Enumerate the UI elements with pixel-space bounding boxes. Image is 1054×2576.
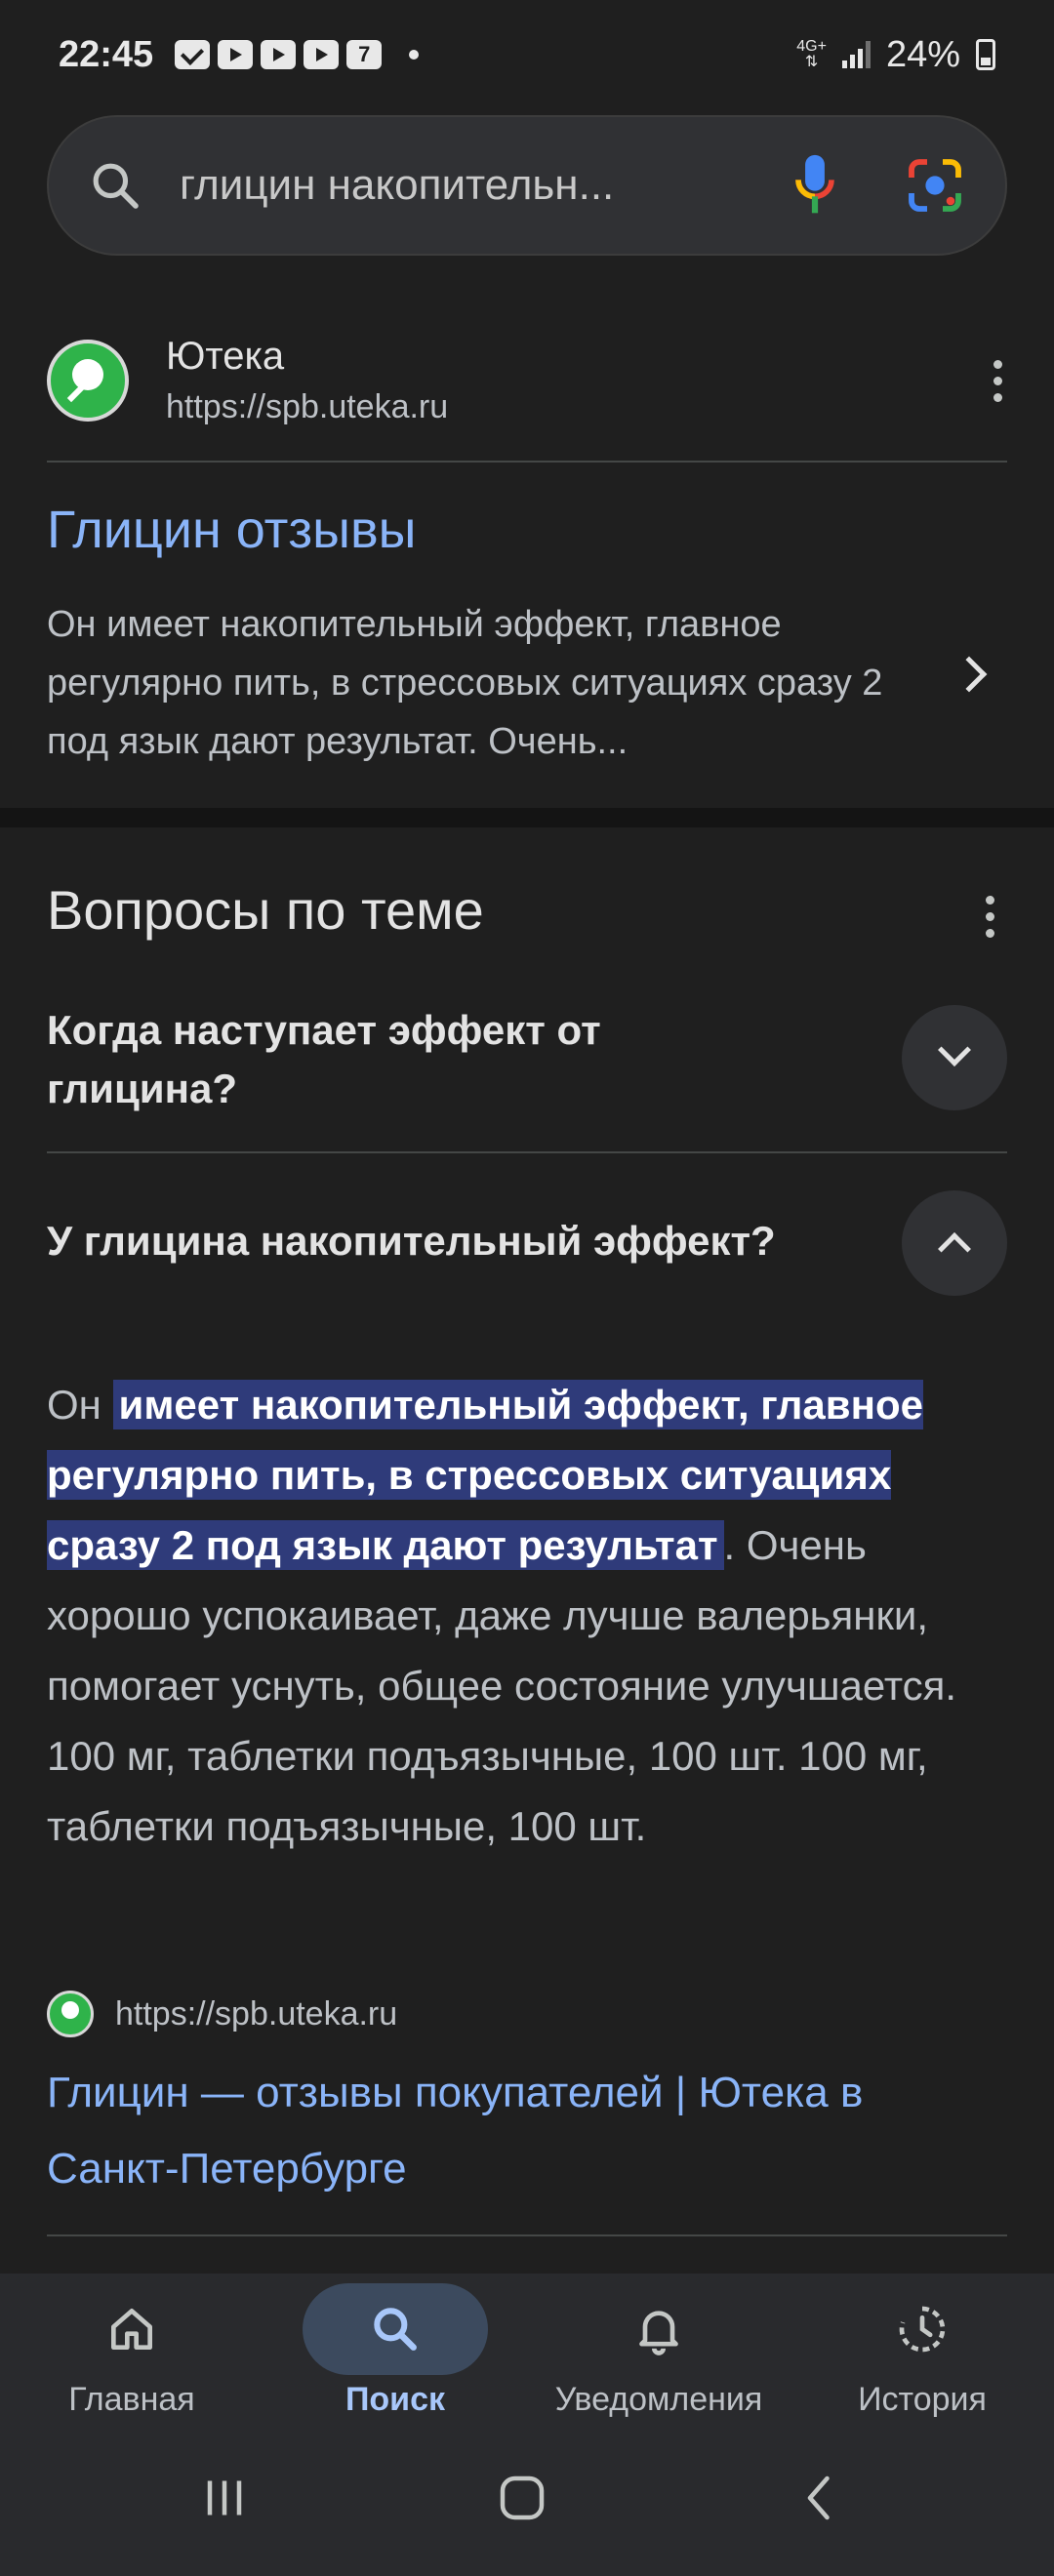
app-notification-icon: 7 bbox=[346, 40, 383, 69]
related-questions-heading: Вопросы по теме bbox=[47, 879, 484, 941]
home-button-icon[interactable] bbox=[493, 2469, 551, 2527]
youtube-notification-icon bbox=[218, 40, 254, 69]
nav-home-label: Главная bbox=[68, 2381, 195, 2418]
more-notifications-dot-icon bbox=[409, 50, 420, 60]
nav-search-label: Поиск bbox=[345, 2381, 446, 2418]
more-options-icon[interactable] bbox=[980, 896, 999, 938]
nav-notifications[interactable]: Уведомления bbox=[527, 2274, 790, 2430]
back-icon[interactable] bbox=[790, 2469, 849, 2527]
data-arrows-icon: ⇅ bbox=[804, 54, 819, 70]
notification-icons: 7 bbox=[175, 40, 383, 69]
nav-history[interactable]: История bbox=[790, 2274, 1054, 2430]
search-bar[interactable]: глицин накопительн... bbox=[47, 115, 1007, 256]
nav-search[interactable]: Поиск bbox=[264, 2274, 527, 2430]
check-notification-icon bbox=[175, 40, 211, 69]
uteka-favicon-icon bbox=[47, 1991, 94, 2037]
search-query[interactable]: глицин накопительн... bbox=[180, 161, 794, 210]
section-separator bbox=[0, 808, 1054, 827]
result-source-header[interactable]: Ютека https://spb.uteka.ru bbox=[47, 322, 1007, 439]
more-options-icon[interactable] bbox=[988, 359, 1007, 402]
history-icon bbox=[899, 2306, 946, 2353]
result-snippet: Он имеет накопительный эффект, главное р… bbox=[47, 604, 883, 762]
chevron-right-icon[interactable] bbox=[951, 656, 988, 693]
nav-notifications-label: Уведомления bbox=[554, 2381, 763, 2418]
divider bbox=[47, 461, 1007, 463]
system-navigation-bar bbox=[0, 2430, 1054, 2576]
site-name: Ютека bbox=[166, 335, 285, 378]
chevron-down-icon bbox=[938, 1033, 971, 1067]
home-icon bbox=[111, 2309, 153, 2350]
answer-prefix: Он bbox=[47, 1382, 113, 1428]
divider bbox=[47, 2234, 1007, 2236]
microphone-icon[interactable] bbox=[794, 152, 835, 219]
status-time: 22:45 bbox=[59, 33, 154, 75]
answer-text: Он имеет накопительный эффект, главное р… bbox=[47, 1370, 1013, 1862]
bell-icon bbox=[639, 2311, 678, 2355]
answer-source-link[interactable]: Глицин — отзывы покупателей | Ютека в Са… bbox=[47, 2055, 984, 2207]
network-label: 4G+ bbox=[796, 38, 827, 55]
battery-percent: 24% bbox=[885, 33, 960, 75]
google-lens-icon[interactable] bbox=[904, 154, 966, 217]
network-type-icon: 4G+ ⇅ bbox=[796, 39, 827, 70]
expand-question-button[interactable] bbox=[902, 1005, 1007, 1110]
answer-source[interactable]: https://spb.uteka.ru bbox=[47, 1991, 397, 2037]
answer-suffix: . Очень хорошо успокаивает, даже лучше в… bbox=[47, 1522, 957, 1849]
nav-history-label: История bbox=[858, 2381, 987, 2418]
answer-source-url: https://spb.uteka.ru bbox=[115, 1994, 398, 2033]
youtube-notification-icon bbox=[304, 40, 340, 69]
bottom-navigation: Главная Поиск Уведомления История bbox=[0, 2274, 1054, 2430]
result-title-link[interactable]: Глицин отзывы bbox=[47, 500, 416, 560]
nav-home[interactable]: Главная bbox=[0, 2274, 264, 2430]
question-1[interactable]: Когда наступает эффект от глицина? bbox=[47, 1001, 789, 1118]
search-icon bbox=[93, 163, 139, 209]
divider bbox=[47, 1151, 1007, 1153]
uteka-favicon-icon bbox=[47, 340, 129, 422]
question-2[interactable]: У глицина накопительный эффект? bbox=[47, 1212, 886, 1270]
site-url: https://spb.uteka.ru bbox=[166, 388, 449, 425]
collapse-question-button[interactable] bbox=[902, 1190, 1007, 1296]
status-bar: 22:45 7 4G+ ⇅ 24% bbox=[0, 0, 1054, 109]
battery-icon bbox=[976, 39, 995, 70]
signal-icon bbox=[841, 41, 871, 68]
recent-apps-icon[interactable] bbox=[195, 2469, 254, 2527]
search-icon bbox=[374, 2308, 417, 2351]
chevron-up-icon bbox=[938, 1232, 971, 1266]
youtube-notification-icon bbox=[261, 40, 297, 69]
